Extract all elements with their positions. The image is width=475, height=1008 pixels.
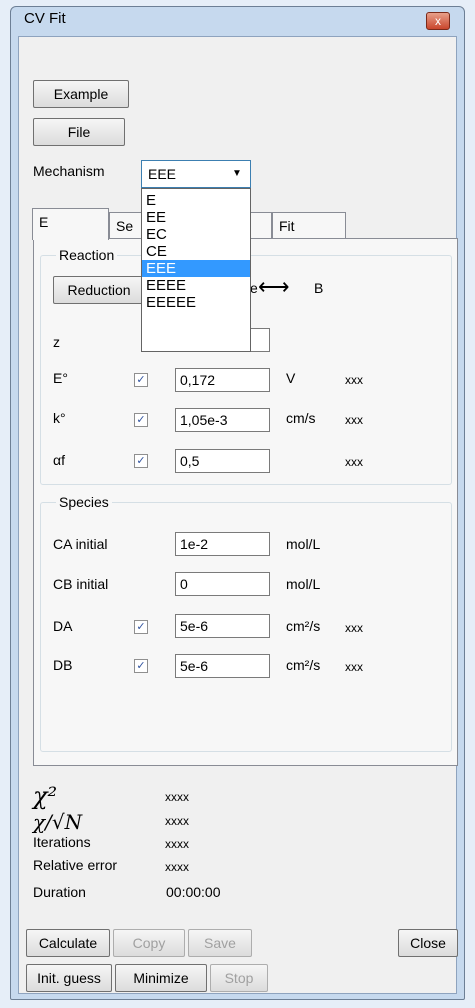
z-label: z [53,334,60,350]
e0-error: xxx [345,373,363,387]
ca-initial-unit: mol/L [286,536,321,552]
e0-input[interactable]: 0,172 [175,368,270,392]
cb-initial-label: CB initial [53,576,109,592]
k0-fit-checkbox[interactable]: ✓ [134,413,148,427]
da-unit: cm²/s [286,618,321,634]
calculate-button[interactable]: Calculate [26,929,110,957]
db-label: DB [53,657,73,673]
alpha-fit-checkbox[interactable]: ✓ [134,454,148,468]
cb-initial-unit: mol/L [286,576,321,592]
mechanism-option[interactable]: CE [142,243,250,260]
mechanism-option[interactable]: EC [142,226,250,243]
mechanism-selected-value: EEE [148,166,177,182]
file-button[interactable]: File [33,118,125,146]
window-title: CV Fit [24,10,66,27]
double-arrow-icon: ⟷ [258,274,290,299]
mechanism-option[interactable]: EEEE [142,277,250,294]
duration-label: Duration [33,884,86,900]
e0-unit: V [286,370,296,386]
close-icon: x [435,14,441,28]
cb-initial-input[interactable]: 0 [175,572,270,596]
db-error: xxx [345,660,363,674]
da-label: DA [53,618,73,634]
da-input[interactable]: 5e-6 [175,614,270,638]
db-input[interactable]: 5e-6 [175,654,270,678]
reaction-group-title: Reaction [56,247,118,263]
close-button[interactable]: Close [398,929,458,957]
tab-fit[interactable]: Fit [272,212,346,238]
mechanism-dropdown-list: E EE EC CE EEE EEEE EEEEE [141,188,251,352]
relative-error-value: xxxx [165,860,189,874]
copy-button[interactable]: Copy [113,929,185,957]
chi-squared-label: χ² [33,782,58,810]
reduction-button[interactable]: Reduction [53,276,145,304]
alpha-input[interactable]: 0,5 [175,449,270,473]
chi-sqrt-n-value: xxxx [165,814,189,828]
k0-error: xxx [345,413,363,427]
iterations-value: xxxx [165,837,189,851]
k0-unit: cm/s [286,410,316,426]
window-close-button[interactable]: x [426,12,450,30]
ca-initial-label: CA initial [53,536,108,552]
tab-e[interactable]: E [32,208,109,240]
alpha-label: αf [53,452,65,468]
db-fit-checkbox[interactable]: ✓ [134,659,148,673]
db-unit: cm²/s [286,657,321,673]
minimize-button[interactable]: Minimize [115,964,207,992]
mechanism-option[interactable]: EEEEE [142,294,250,311]
species-group-title: Species [56,494,112,510]
mechanism-option[interactable]: E [142,192,250,209]
k0-input[interactable]: 1,05e-3 [175,408,270,432]
chi-squared-value: xxxx [165,790,189,804]
reaction-equation-tail: e [250,280,258,296]
ca-initial-input[interactable]: 1e-2 [175,532,270,556]
example-button[interactable]: Example [33,80,129,108]
chi-sqrt-n-label: χ/√N [33,810,83,834]
stop-button[interactable]: Stop [210,964,268,992]
e0-fit-checkbox[interactable]: ✓ [134,373,148,387]
mechanism-label: Mechanism [33,163,105,179]
da-fit-checkbox[interactable]: ✓ [134,620,148,634]
mechanism-option-selected[interactable]: EEE [142,260,250,277]
mechanism-select[interactable]: EEE ▼ [141,160,251,188]
init-guess-button[interactable]: Init. guess [26,964,112,992]
k0-label: k° [53,410,66,426]
iterations-label: Iterations [33,834,91,850]
save-button[interactable]: Save [188,929,252,957]
reaction-product: B [314,280,324,296]
da-error: xxx [345,621,363,635]
e0-label: E° [53,370,68,386]
duration-value: 00:00:00 [166,884,221,900]
alpha-error: xxx [345,455,363,469]
mechanism-option[interactable]: EE [142,209,250,226]
relative-error-label: Relative error [33,857,118,873]
chevron-down-icon: ▼ [232,168,242,179]
